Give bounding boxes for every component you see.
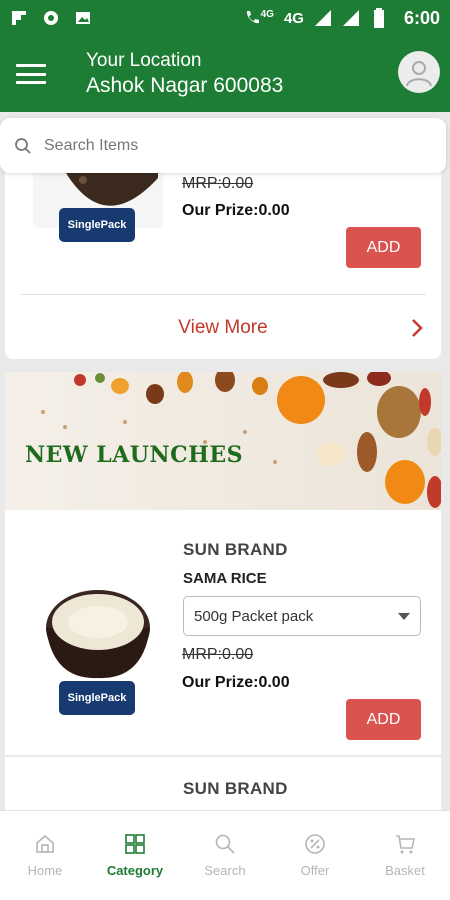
mrp-price: MRP:0.00 [182, 175, 254, 192]
flipboard-icon [10, 9, 28, 27]
app-bar: Your Location Ashok Nagar 600083 [0, 36, 450, 112]
nav-offer-label: Offer [300, 863, 330, 878]
location-name: Ashok Nagar 600083 [86, 73, 284, 97]
battery-icon [370, 8, 388, 28]
add-button[interactable]: ADD [346, 699, 421, 740]
location-block[interactable]: Your Location Ashok Nagar 600083 [86, 50, 283, 98]
menu-icon[interactable] [16, 61, 46, 87]
add-button[interactable]: ADD [346, 227, 421, 268]
location-title: Your Location [86, 50, 202, 71]
nav-home[interactable]: Home [0, 811, 90, 900]
our-price: Our Prize:0.00 [182, 202, 290, 219]
search-input[interactable]: Search Items [44, 137, 138, 155]
signal-2-icon [342, 9, 360, 27]
banner-title: NEW LAUNCHES [25, 442, 244, 468]
nav-category-label: Category [106, 863, 164, 878]
variant-value: 500g Packet pack [194, 607, 314, 625]
product-brand: SUN BRAND [183, 779, 288, 798]
divider [20, 294, 426, 295]
chrome-icon [42, 9, 60, 27]
avatar[interactable] [398, 51, 440, 93]
view-more-button[interactable]: View More [5, 298, 441, 358]
nav-category[interactable]: Category [90, 811, 180, 900]
call-icon [243, 9, 261, 27]
signal-icon [314, 9, 332, 27]
search-bar[interactable]: Search Items [0, 118, 446, 173]
status-bar: 4G 4G 6:00 [0, 0, 450, 36]
gallery-icon [74, 9, 92, 27]
search-icon [15, 137, 31, 154]
single-pack-badge: SinglePack [59, 208, 135, 242]
nav-home-label: Home [27, 863, 63, 878]
bottom-nav: Home Category Search Offer Basket [0, 810, 450, 900]
product-brand: SUN BRAND [183, 540, 288, 559]
mrp-price: MRP:0.00 [182, 646, 254, 663]
network-type-small: 4G [260, 8, 274, 20]
dry-fruits-image [41, 372, 441, 508]
offer-icon [305, 834, 325, 854]
product-card: SUN BRAND SAMA RICE 500g Packet pack Sin… [5, 510, 441, 755]
network-type: 4G [283, 9, 304, 27]
search-icon [215, 834, 235, 854]
our-price: Our Prize:0.00 [182, 674, 290, 691]
nav-basket-label: Basket [385, 863, 425, 878]
home-icon [36, 834, 54, 853]
dropdown-arrow-icon [398, 612, 410, 620]
new-launches-banner[interactable]: NEW LAUNCHES [5, 372, 441, 510]
product-name: SAMA RICE [183, 570, 267, 587]
clock: 6:00 [403, 7, 440, 28]
basket-icon [396, 835, 415, 854]
nav-basket[interactable]: Basket [360, 811, 450, 900]
category-icon [125, 834, 145, 854]
product-card-next: SUN BRAND [5, 757, 441, 817]
variant-select[interactable]: 500g Packet pack [183, 596, 421, 636]
nav-search[interactable]: Search [180, 811, 270, 900]
single-pack-badge: SinglePack [59, 681, 135, 715]
nav-offer[interactable]: Offer [270, 811, 360, 900]
chevron-right-icon [412, 319, 423, 337]
nav-search-label: Search [204, 863, 246, 878]
view-more-label: View More [178, 317, 268, 338]
product-image [46, 590, 150, 679]
user-icon [406, 61, 432, 87]
